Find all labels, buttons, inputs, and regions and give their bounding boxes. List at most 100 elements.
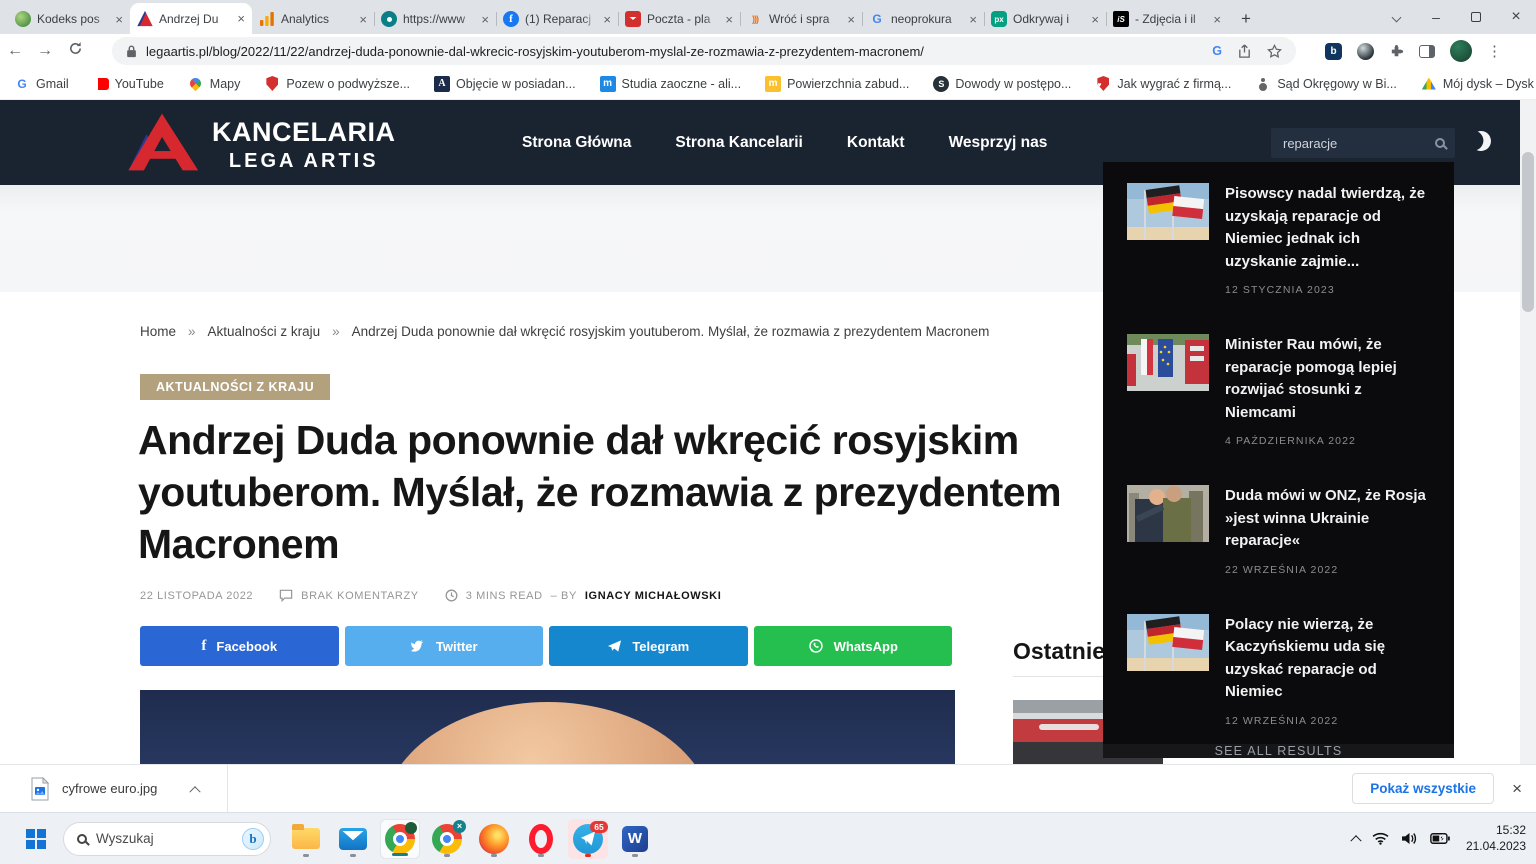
nav-strona-glowna[interactable]: Strona Główna <box>522 134 631 152</box>
page-scrollbar[interactable] <box>1520 100 1536 764</box>
bookmark-jak-wygrac[interactable]: Jak wygrać z firmą... <box>1095 76 1231 92</box>
volume-icon[interactable] <box>1401 832 1418 845</box>
tab-close-icon[interactable]: × <box>1091 13 1099 26</box>
back-button[interactable]: ← <box>0 42 30 60</box>
forward-button[interactable]: → <box>30 42 60 60</box>
side-panel-icon[interactable] <box>1419 45 1435 58</box>
bookmark-dysk[interactable]: Mój dysk – Dysk Go... <box>1421 76 1536 92</box>
tab-https[interactable]: https://www × <box>374 4 496 34</box>
battery-charging-icon[interactable] <box>1430 833 1450 844</box>
sphere-extension-icon[interactable] <box>1357 43 1374 60</box>
bookmark-star-icon[interactable] <box>1267 44 1282 59</box>
breadcrumb-category[interactable]: Aktualności z kraju <box>208 324 321 339</box>
close-download-bar-icon[interactable]: × <box>1512 779 1522 799</box>
word-button[interactable]: W <box>615 819 655 859</box>
share-twitter-button[interactable]: Twitter <box>345 626 544 666</box>
address-bar[interactable]: legaartis.pl/blog/2022/11/22/andrzej-dud… <box>112 37 1296 65</box>
close-window-button[interactable]: × <box>1496 0 1536 34</box>
bookmark-dowody[interactable]: Dowody w postępo... <box>933 76 1071 92</box>
mail-button[interactable] <box>333 819 373 859</box>
tab-wroc[interactable]: Wróć i spra × <box>740 4 862 34</box>
tray-chevron-icon[interactable] <box>1350 835 1361 846</box>
tab-close-icon[interactable]: × <box>969 13 977 26</box>
profile-avatar[interactable] <box>1450 40 1472 62</box>
tab-search-chevron-icon[interactable] <box>1376 0 1416 34</box>
share-whatsapp-button[interactable]: WhatsApp <box>754 626 953 666</box>
nav-wesprzyj-nas[interactable]: Wesprzyj nas <box>949 134 1048 152</box>
telegram-button[interactable]: 65 <box>568 819 608 859</box>
comments-count[interactable]: BRAK KOMENTARZY <box>301 590 419 602</box>
google-side-panel-icon[interactable]: G <box>1212 44 1222 58</box>
tab-close-icon[interactable]: × <box>603 13 611 26</box>
dark-mode-moon-icon[interactable] <box>1468 128 1494 154</box>
file-explorer-button[interactable] <box>286 819 326 859</box>
search-result[interactable]: Duda mówi w ONZ, że Rosja »jest winna Uk… <box>1103 464 1454 593</box>
bookmark-objecie[interactable]: Objęcie w posiadan... <box>434 76 576 92</box>
search-icon[interactable] <box>1435 138 1445 148</box>
download-expand-chevron-icon[interactable] <box>190 786 201 797</box>
share-telegram-button[interactable]: Telegram <box>549 626 748 666</box>
tab-close-icon[interactable]: × <box>359 13 367 26</box>
flags-germany-poland-thumbnail <box>1127 183 1209 240</box>
share-icon[interactable] <box>1237 44 1252 59</box>
new-tab-button[interactable]: + <box>1232 5 1260 33</box>
bookmark-powierzchnia[interactable]: Powierzchnia zabud... <box>765 76 909 92</box>
bookmark-label: Pozew o podwyższe... <box>286 77 410 91</box>
author-name[interactable]: IGNACY MICHAŁOWSKI <box>585 590 721 602</box>
site-search-input[interactable] <box>1283 136 1435 151</box>
maximize-button[interactable] <box>1456 0 1496 34</box>
search-result[interactable]: Minister Rau mówi, że reparacje pomogą l… <box>1103 313 1454 464</box>
site-search-box[interactable] <box>1271 128 1455 158</box>
tab-istock[interactable]: - Zdjęcia i il × <box>1106 4 1228 34</box>
opera-button[interactable] <box>521 819 561 859</box>
browser-menu-icon[interactable]: ⋮ <box>1487 42 1502 60</box>
download-item[interactable]: cyfrowe euro.jpg <box>30 777 199 801</box>
tab-facebook[interactable]: (1) Reparacj × <box>496 4 618 34</box>
bookmark-studia[interactable]: Studia zaoczne - ali... <box>600 76 742 92</box>
search-result[interactable]: Polacy nie wierzą, że Kaczyńskiemu uda s… <box>1103 593 1454 744</box>
tab-close-icon[interactable]: × <box>115 13 123 26</box>
tab-analytics[interactable]: Analytics × <box>252 4 374 34</box>
nav-kontakt[interactable]: Kontakt <box>847 134 905 152</box>
tab-close-icon[interactable]: × <box>237 12 245 25</box>
word-icon: W <box>622 826 648 852</box>
tab-poczta[interactable]: Poczta - pla × <box>618 4 740 34</box>
tab-close-icon[interactable]: × <box>1213 13 1221 26</box>
bookmark-maps[interactable]: Mapy <box>188 76 241 92</box>
tab-pexels[interactable]: Odkrywaj i × <box>984 4 1106 34</box>
tab-close-icon[interactable]: × <box>847 13 855 26</box>
search-result[interactable]: Pisowscy nadal twierdzą, że uzyskają rep… <box>1103 162 1454 313</box>
chrome-profile2-button[interactable]: × <box>427 819 467 859</box>
show-all-downloads-button[interactable]: Pokaż wszystkie <box>1352 773 1494 804</box>
navy-extension-icon[interactable]: b <box>1325 43 1342 60</box>
nav-strona-kancelarii[interactable]: Strona Kancelarii <box>675 134 803 152</box>
bookmark-gmail[interactable]: Gmail <box>14 76 69 92</box>
bookmark-pozew[interactable]: Pozew o podwyższe... <box>264 76 410 92</box>
tab-google[interactable]: neoprokura × <box>862 4 984 34</box>
site-brand[interactable]: KANCELARIA LEGA ARTIS <box>212 117 396 173</box>
category-badge[interactable]: AKTUALNOŚCI Z KRAJU <box>140 374 330 400</box>
firefox-button[interactable] <box>474 819 514 859</box>
reload-button[interactable] <box>60 41 90 61</box>
scrollbar-thumb[interactable] <box>1522 152 1534 312</box>
tab-title: Andrzej Du <box>159 12 231 26</box>
start-button[interactable] <box>16 819 56 859</box>
extensions-puzzle-icon[interactable] <box>1389 44 1404 59</box>
bookmark-youtube[interactable]: YouTube <box>93 76 164 92</box>
tab-close-icon[interactable]: × <box>481 13 489 26</box>
mail-red-icon <box>625 11 641 27</box>
bing-icon[interactable]: b <box>242 828 264 850</box>
tab-close-icon[interactable]: × <box>725 13 733 26</box>
chrome-profile1-button[interactable] <box>380 819 420 859</box>
taskbar-search[interactable]: Wyszukaj b <box>63 822 271 856</box>
taskbar-clock[interactable]: 15:32 21.04.2023 <box>1466 822 1526 854</box>
share-facebook-button[interactable]: f Facebook <box>140 626 339 666</box>
tab-kodeks[interactable]: Kodeks pos × <box>8 4 130 34</box>
wifi-icon[interactable] <box>1372 832 1389 845</box>
see-all-results-button[interactable]: SEE ALL RESULTS <box>1103 744 1454 758</box>
bookmark-sad-okregowy[interactable]: Sąd Okręgowy w Bi... <box>1255 76 1397 92</box>
breadcrumb-home[interactable]: Home <box>140 324 176 339</box>
lega-artis-logo[interactable] <box>120 111 204 178</box>
minimize-button[interactable]: – <box>1416 0 1456 34</box>
tab-andrzej-duda-active[interactable]: Andrzej Du × <box>130 3 252 34</box>
